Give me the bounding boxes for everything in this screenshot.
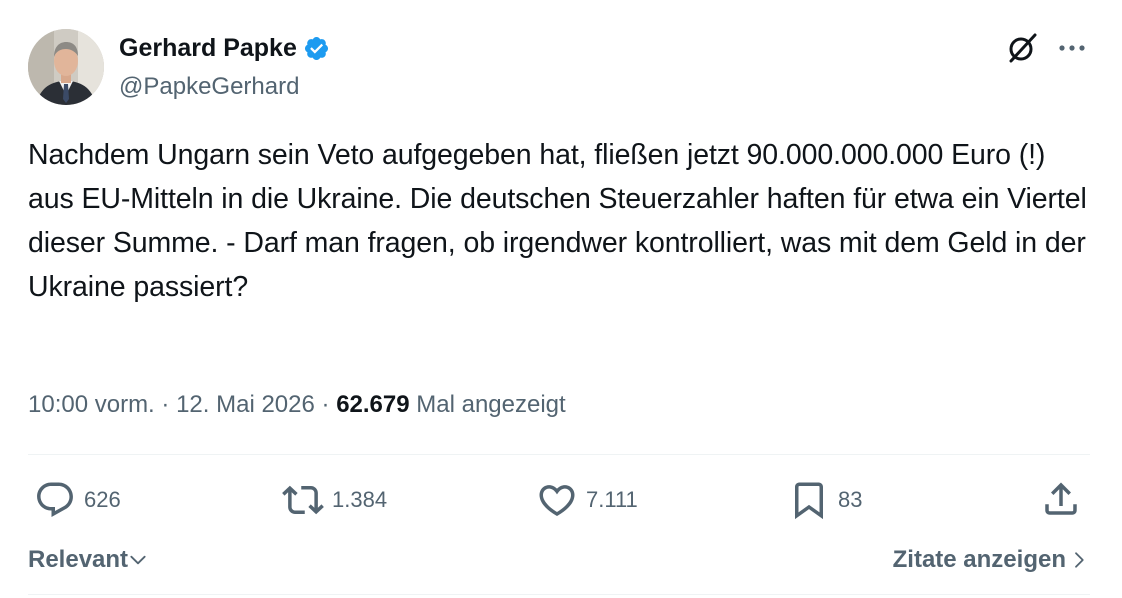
bookmark-count: 83	[838, 487, 863, 512]
avatar-photo	[28, 29, 104, 105]
more-options-icon[interactable]	[1056, 34, 1088, 62]
views-count: 62.679	[336, 391, 410, 418]
meta-separator: ·	[321, 391, 330, 418]
share-button[interactable]	[1040, 478, 1082, 520]
sort-dropdown[interactable]: Relevant	[28, 540, 148, 580]
author-name-row: Gerhard Papke	[119, 32, 330, 64]
heart-icon	[539, 485, 575, 517]
views-label: Mal angezeigt	[416, 391, 566, 418]
share-icon	[1045, 482, 1077, 515]
repost-icon	[282, 485, 324, 515]
tweet-time[interactable]: 10:00 vorm.	[28, 391, 155, 418]
reply-controls: Relevant Zitate anzeigen	[28, 540, 1090, 580]
tweet-meta: 10:00 vorm. · 12. Mai 2026 · 62.679 Mal …	[28, 388, 566, 422]
quotes-label: Zitate anzeigen	[892, 546, 1066, 573]
bookmark-icon	[795, 482, 823, 520]
tweet-text: Nachdem Ungarn sein Veto aufgegeben hat,…	[28, 139, 1087, 303]
grok-icon[interactable]	[1005, 31, 1039, 65]
reply-count: 626	[84, 487, 121, 512]
action-bar: 626 1.384 7.111 83	[28, 478, 1090, 522]
chevron-down-icon	[130, 555, 146, 565]
sort-label: Relevant	[28, 546, 129, 573]
reply-button[interactable]: 626	[34, 478, 121, 522]
verified-badge-icon[interactable]	[303, 35, 330, 62]
repost-count: 1.384	[332, 487, 388, 512]
divider	[28, 594, 1090, 595]
avatar[interactable]	[28, 29, 104, 105]
chevron-right-icon	[1075, 552, 1084, 568]
tweet-card: Gerhard Papke @PapkeGerhard Nachdem Unga…	[0, 0, 1122, 598]
view-quotes-link[interactable]: Zitate anzeigen	[893, 540, 1088, 580]
tweet-date[interactable]: 12. Mai 2026	[176, 391, 315, 418]
repost-button[interactable]: 1.384	[282, 478, 387, 522]
meta-separator: ·	[161, 391, 170, 418]
bookmark-button[interactable]: 83	[788, 478, 862, 522]
like-button[interactable]: 7.111	[536, 478, 638, 522]
divider	[28, 454, 1090, 455]
author-display-name[interactable]: Gerhard Papke	[119, 32, 297, 64]
reply-icon	[37, 482, 73, 517]
author-handle[interactable]: @PapkeGerhard	[119, 72, 299, 102]
like-count: 7.111	[586, 487, 638, 512]
